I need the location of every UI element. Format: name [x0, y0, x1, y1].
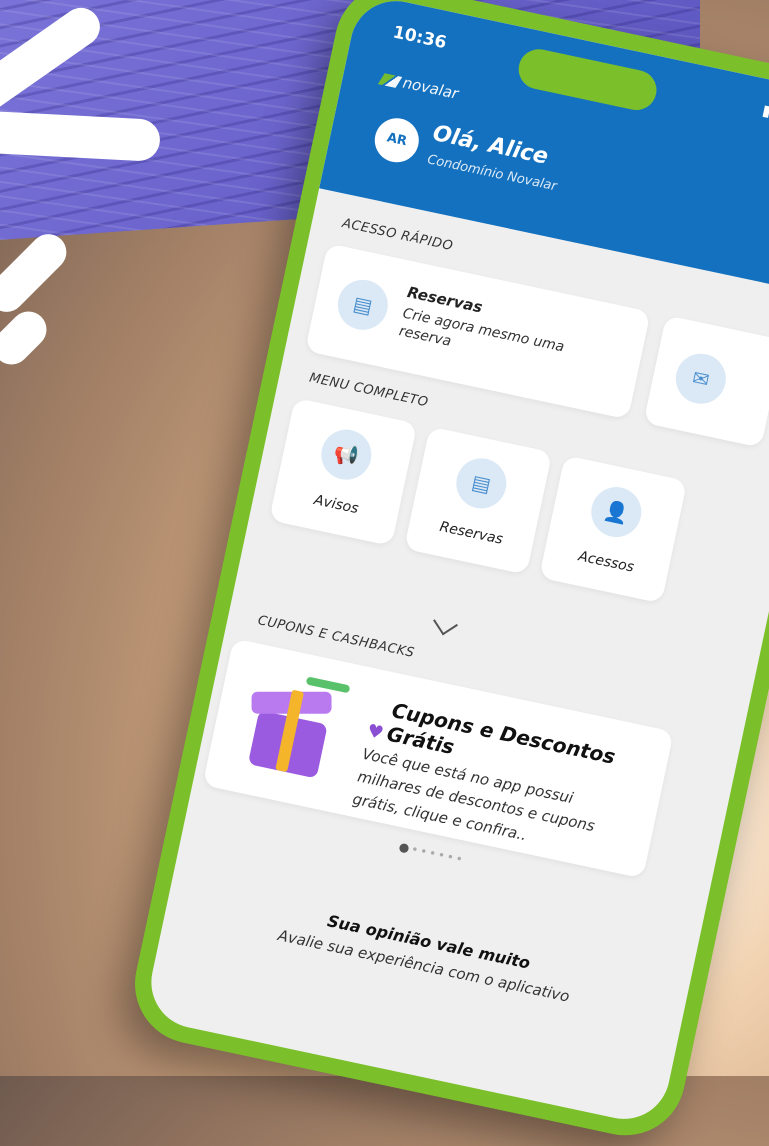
avatar[interactable]: AR: [370, 114, 423, 167]
coupon-promo-card[interactable]: Cupons e Descontos Grátis ♥ Você que est…: [202, 638, 674, 879]
menu-item-reservas[interactable]: ▤ Reservas: [404, 426, 553, 575]
logo-icon: [377, 72, 403, 88]
decorative-stroke: [0, 304, 54, 372]
menu-item-label: Acessos: [576, 548, 636, 576]
megaphone-icon: 📢: [316, 425, 376, 485]
status-time: 10:36: [391, 22, 449, 54]
status-icons: ▮▮▮ ◔ ▬: [760, 100, 769, 135]
feedback-subtitle[interactable]: Avalie sua experiência com o aplicativo: [164, 902, 684, 1029]
user-add-icon: 👤: [586, 482, 646, 542]
mail-icon: ✉: [671, 349, 731, 409]
quick-access-item-description: Crie agora mesmo uma reserva: [397, 305, 566, 356]
menu-item-acessos[interactable]: 👤 Acessos: [539, 455, 688, 604]
dynamic-island: [514, 45, 661, 114]
brand-name: novalar: [401, 73, 460, 103]
calendar-icon: ▤: [451, 453, 511, 514]
decorative-stroke: [0, 226, 74, 320]
menu-item-label: Avisos: [312, 492, 360, 518]
quick-access-card-mail[interactable]: ✉: [643, 315, 769, 448]
carousel-indicator[interactable]: ●••••••: [398, 839, 466, 867]
app-header: 10:36 ▮▮▮ ◔ ▬ novalar AR Olá, Alice Cond…: [319, 0, 769, 298]
expand-chevron-icon[interactable]: [433, 610, 458, 636]
heart-icon: ♥: [365, 720, 386, 745]
menu-item-label: Reservas: [438, 518, 505, 548]
menu-item-avisos[interactable]: 📢 Avisos: [269, 397, 418, 547]
calendar-icon: ▤: [333, 275, 393, 335]
gift-illustration: [226, 662, 356, 792]
brand-logo: novalar: [377, 69, 460, 103]
decorative-stroke: [0, 110, 161, 162]
feedback-title[interactable]: Sua opinião vale muito: [169, 878, 689, 1006]
quick-access-title: ACESSO RÁPIDO: [340, 215, 455, 255]
